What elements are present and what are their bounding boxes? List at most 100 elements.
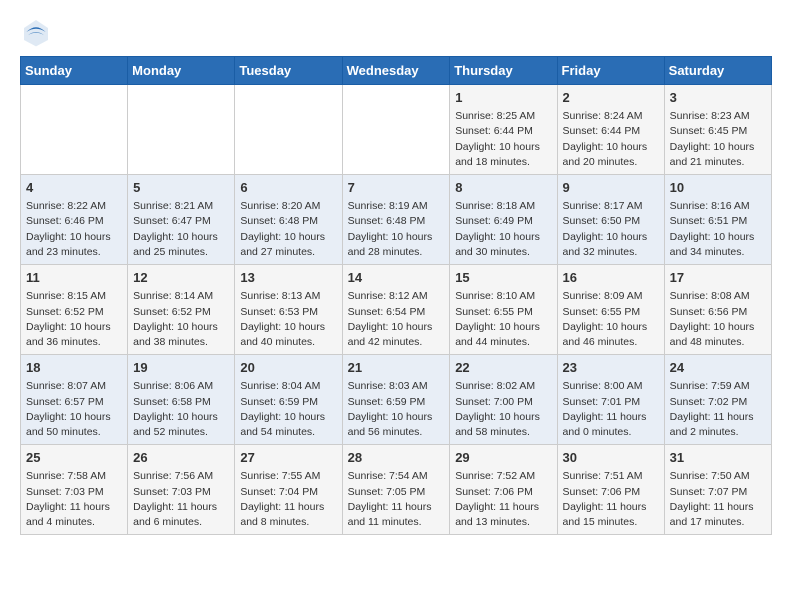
day-number: 21: [348, 359, 445, 377]
day-info: Sunrise: 8:14 AM Sunset: 6:52 PM Dayligh…: [133, 289, 229, 350]
day-info: Sunrise: 8:16 AM Sunset: 6:51 PM Dayligh…: [670, 199, 766, 260]
day-number: 8: [455, 179, 551, 197]
day-info: Sunrise: 8:20 AM Sunset: 6:48 PM Dayligh…: [240, 199, 336, 260]
calendar-cell: 15 Sunrise: 8:10 AM Sunset: 6:55 PM Dayli…: [450, 265, 557, 355]
day-number: 24: [670, 359, 766, 377]
calendar-header-saturday: Saturday: [664, 57, 771, 85]
day-info: Sunrise: 7:55 AM Sunset: 7:04 PM Dayligh…: [240, 469, 336, 530]
day-number: 18: [26, 359, 122, 377]
day-info: Sunrise: 8:13 AM Sunset: 6:53 PM Dayligh…: [240, 289, 336, 350]
calendar-cell: 21 Sunrise: 8:03 AM Sunset: 6:59 PM Dayli…: [342, 355, 450, 445]
day-number: 29: [455, 449, 551, 467]
day-number: 4: [26, 179, 122, 197]
day-info: Sunrise: 8:09 AM Sunset: 6:55 PM Dayligh…: [563, 289, 659, 350]
day-info: Sunrise: 8:22 AM Sunset: 6:46 PM Dayligh…: [26, 199, 122, 260]
calendar-header-tuesday: Tuesday: [235, 57, 342, 85]
day-number: 6: [240, 179, 336, 197]
calendar-table: SundayMondayTuesdayWednesdayThursdayFrid…: [20, 56, 772, 535]
day-info: Sunrise: 7:58 AM Sunset: 7:03 PM Dayligh…: [26, 469, 122, 530]
calendar-cell: 18Sunrise: 8:07 AM Sunset: 6:57 PM Dayli…: [21, 355, 128, 445]
day-info: Sunrise: 7:50 AM Sunset: 7:07 PM Dayligh…: [670, 469, 766, 530]
calendar-cell: 16 Sunrise: 8:09 AM Sunset: 6:55 PM Dayli…: [557, 265, 664, 355]
calendar-header-wednesday: Wednesday: [342, 57, 450, 85]
calendar-header-thursday: Thursday: [450, 57, 557, 85]
calendar-cell: 4 Sunrise: 8:22 AM Sunset: 6:46 PM Daylig…: [21, 175, 128, 265]
calendar-cell: 7 Sunrise: 8:19 AM Sunset: 6:48 PM Daylig…: [342, 175, 450, 265]
day-number: 9: [563, 179, 659, 197]
calendar-header-monday: Monday: [128, 57, 235, 85]
calendar-cell: 20Sunrise: 8:04 AM Sunset: 6:59 PM Dayli…: [235, 355, 342, 445]
day-info: Sunrise: 8:19 AM Sunset: 6:48 PM Dayligh…: [348, 199, 445, 260]
day-number: 16: [563, 269, 659, 287]
day-info: Sunrise: 8:25 AM Sunset: 6:44 PM Dayligh…: [455, 109, 551, 170]
day-info: Sunrise: 7:56 AM Sunset: 7:03 PM Dayligh…: [133, 469, 229, 530]
calendar-cell: 24 Sunrise: 7:59 AM Sunset: 7:02 PM Dayli…: [664, 355, 771, 445]
calendar-cell: 22 Sunrise: 8:02 AM Sunset: 7:00 PM Dayli…: [450, 355, 557, 445]
day-number: 22: [455, 359, 551, 377]
day-number: 28: [348, 449, 445, 467]
calendar-cell: 17Sunrise: 8:08 AM Sunset: 6:56 PM Dayli…: [664, 265, 771, 355]
day-number: 17: [670, 269, 766, 287]
calendar-cell: 6 Sunrise: 8:20 AM Sunset: 6:48 PM Daylig…: [235, 175, 342, 265]
calendar-cell: 9 Sunrise: 8:17 AM Sunset: 6:50 PM Daylig…: [557, 175, 664, 265]
calendar-cell: 10 Sunrise: 8:16 AM Sunset: 6:51 PM Dayli…: [664, 175, 771, 265]
day-info: Sunrise: 7:59 AM Sunset: 7:02 PM Dayligh…: [670, 379, 766, 440]
day-number: 14: [348, 269, 445, 287]
day-info: Sunrise: 8:00 AM Sunset: 7:01 PM Dayligh…: [563, 379, 659, 440]
day-number: 1: [455, 89, 551, 107]
calendar-cell: 3Sunrise: 8:23 AM Sunset: 6:45 PM Daylig…: [664, 85, 771, 175]
day-number: 10: [670, 179, 766, 197]
calendar-header-sunday: Sunday: [21, 57, 128, 85]
day-info: Sunrise: 8:24 AM Sunset: 6:44 PM Dayligh…: [563, 109, 659, 170]
calendar-cell: [128, 85, 235, 175]
calendar-header-friday: Friday: [557, 57, 664, 85]
day-info: Sunrise: 8:17 AM Sunset: 6:50 PM Dayligh…: [563, 199, 659, 260]
calendar-week-row: 18Sunrise: 8:07 AM Sunset: 6:57 PM Dayli…: [21, 355, 772, 445]
calendar-cell: 28Sunrise: 7:54 AM Sunset: 7:05 PM Dayli…: [342, 445, 450, 535]
day-number: 30: [563, 449, 659, 467]
day-number: 27: [240, 449, 336, 467]
day-number: 11: [26, 269, 122, 287]
logo: [20, 16, 56, 48]
calendar-cell: 13 Sunrise: 8:13 AM Sunset: 6:53 PM Dayli…: [235, 265, 342, 355]
day-info: Sunrise: 8:15 AM Sunset: 6:52 PM Dayligh…: [26, 289, 122, 350]
day-info: Sunrise: 7:52 AM Sunset: 7:06 PM Dayligh…: [455, 469, 551, 530]
day-number: 25: [26, 449, 122, 467]
calendar-cell: 12 Sunrise: 8:14 AM Sunset: 6:52 PM Dayli…: [128, 265, 235, 355]
day-info: Sunrise: 8:10 AM Sunset: 6:55 PM Dayligh…: [455, 289, 551, 350]
day-number: 19: [133, 359, 229, 377]
calendar-cell: 8 Sunrise: 8:18 AM Sunset: 6:49 PM Daylig…: [450, 175, 557, 265]
day-number: 20: [240, 359, 336, 377]
day-info: Sunrise: 8:03 AM Sunset: 6:59 PM Dayligh…: [348, 379, 445, 440]
calendar-cell: 1 Sunrise: 8:25 AM Sunset: 6:44 PM Daylig…: [450, 85, 557, 175]
day-info: Sunrise: 8:21 AM Sunset: 6:47 PM Dayligh…: [133, 199, 229, 260]
calendar-header-row: SundayMondayTuesdayWednesdayThursdayFrid…: [21, 57, 772, 85]
logo-icon: [20, 16, 52, 48]
calendar-week-row: 1 Sunrise: 8:25 AM Sunset: 6:44 PM Daylig…: [21, 85, 772, 175]
calendar-cell: 23Sunrise: 8:00 AM Sunset: 7:01 PM Dayli…: [557, 355, 664, 445]
day-number: 5: [133, 179, 229, 197]
day-number: 3: [670, 89, 766, 107]
day-number: 7: [348, 179, 445, 197]
day-number: 13: [240, 269, 336, 287]
day-info: Sunrise: 8:02 AM Sunset: 7:00 PM Dayligh…: [455, 379, 551, 440]
day-number: 15: [455, 269, 551, 287]
day-info: Sunrise: 8:18 AM Sunset: 6:49 PM Dayligh…: [455, 199, 551, 260]
calendar-cell: 25 Sunrise: 7:58 AM Sunset: 7:03 PM Dayli…: [21, 445, 128, 535]
calendar-cell: 26 Sunrise: 7:56 AM Sunset: 7:03 PM Dayli…: [128, 445, 235, 535]
calendar-cell: [235, 85, 342, 175]
header: [20, 16, 772, 48]
day-number: 12: [133, 269, 229, 287]
day-info: Sunrise: 7:51 AM Sunset: 7:06 PM Dayligh…: [563, 469, 659, 530]
calendar-cell: [342, 85, 450, 175]
calendar-cell: 19 Sunrise: 8:06 AM Sunset: 6:58 PM Dayli…: [128, 355, 235, 445]
day-number: 31: [670, 449, 766, 467]
calendar-cell: 31 Sunrise: 7:50 AM Sunset: 7:07 PM Dayli…: [664, 445, 771, 535]
day-info: Sunrise: 8:06 AM Sunset: 6:58 PM Dayligh…: [133, 379, 229, 440]
calendar-cell: 30 Sunrise: 7:51 AM Sunset: 7:06 PM Dayli…: [557, 445, 664, 535]
calendar-cell: 14Sunrise: 8:12 AM Sunset: 6:54 PM Dayli…: [342, 265, 450, 355]
day-number: 26: [133, 449, 229, 467]
calendar-cell: 27 Sunrise: 7:55 AM Sunset: 7:04 PM Dayli…: [235, 445, 342, 535]
calendar-cell: 11 Sunrise: 8:15 AM Sunset: 6:52 PM Dayli…: [21, 265, 128, 355]
calendar-cell: 29 Sunrise: 7:52 AM Sunset: 7:06 PM Dayli…: [450, 445, 557, 535]
